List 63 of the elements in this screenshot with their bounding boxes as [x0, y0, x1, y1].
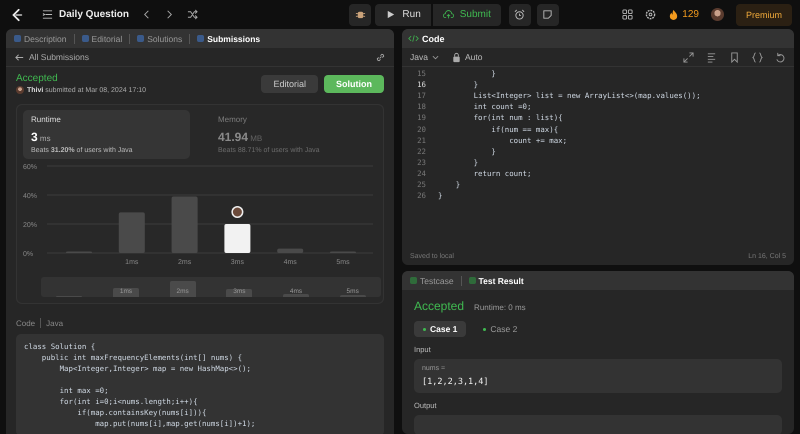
note-button[interactable]: [536, 4, 559, 26]
stat-title: Memory: [218, 115, 248, 124]
grid-icon[interactable]: [622, 9, 634, 20]
run-button[interactable]: Run: [375, 4, 431, 26]
status-dot: [483, 328, 486, 330]
shuffle-icon[interactable]: [187, 9, 198, 20]
bar: [224, 224, 250, 253]
case-tab[interactable]: Case 2: [474, 321, 526, 337]
debug-button[interactable]: [349, 4, 372, 26]
avatar[interactable]: [710, 8, 724, 21]
alarm-clock-icon: [514, 9, 526, 20]
bug-icon: [354, 9, 366, 20]
bookmark-icon[interactable]: [729, 52, 740, 62]
alarm-button[interactable]: [508, 4, 531, 26]
result-status: Accepted: [414, 299, 464, 313]
lock-icon: [450, 52, 462, 62]
logo-icon[interactable]: [10, 8, 24, 22]
case-tab[interactable]: Case 1: [414, 321, 466, 337]
action-button[interactable]: Editorial: [261, 75, 318, 93]
bar: [277, 248, 304, 253]
chevron-down-icon: [432, 54, 439, 60]
undo-icon[interactable]: [775, 52, 786, 62]
list-icon: [42, 9, 53, 20]
settings-icon[interactable]: [645, 9, 656, 20]
panel-tab[interactable]: Solutions: [135, 34, 184, 44]
status-dot: [423, 328, 426, 330]
code-label: Code: [16, 318, 36, 328]
bar: [118, 212, 145, 253]
bar: [172, 196, 198, 253]
link-icon[interactable]: [375, 52, 386, 62]
play-icon: [385, 9, 396, 20]
expand-icon[interactable]: [683, 52, 694, 62]
panel-tab[interactable]: Description: [12, 34, 69, 44]
mini-bar: [113, 288, 139, 297]
premium-button[interactable]: Premium: [736, 4, 792, 26]
submit-button[interactable]: Submit: [432, 4, 501, 26]
braces-icon[interactable]: [752, 52, 763, 62]
panel-tab[interactable]: Editorial: [80, 34, 124, 44]
code-tab[interactable]: Code: [408, 33, 444, 44]
code-icon: [408, 33, 419, 44]
mode-label[interactable]: Auto: [464, 52, 482, 62]
language-dropdown[interactable]: Java: [410, 52, 439, 62]
daily-question-button[interactable]: Daily Question: [34, 9, 130, 20]
stat-value: 3 ms: [31, 130, 52, 144]
align-icon[interactable]: [706, 52, 717, 62]
language-label: Java: [46, 318, 64, 328]
runtime-text: Runtime: 0 ms: [474, 303, 526, 312]
stat-title: Runtime: [31, 115, 62, 124]
stat-value: 41.94 MB: [218, 130, 264, 144]
flame-icon: [668, 9, 680, 20]
avatar: [231, 206, 244, 218]
panel-tab[interactable]: Test Result: [466, 276, 526, 286]
panel-tab[interactable]: Submissions: [195, 34, 262, 44]
mini-bar: [226, 289, 252, 297]
streak-count[interactable]: 129: [682, 9, 699, 20]
cloud-upload-icon: [442, 9, 454, 20]
avatar: [16, 86, 24, 94]
back-arrow-icon[interactable]: [14, 52, 25, 62]
mini-bar: [170, 281, 196, 297]
status-text: Accepted: [16, 73, 59, 84]
all-submissions-link[interactable]: All Submissions: [29, 52, 89, 62]
panel-tab[interactable]: Testcase: [408, 276, 456, 286]
note-icon: [542, 9, 554, 20]
